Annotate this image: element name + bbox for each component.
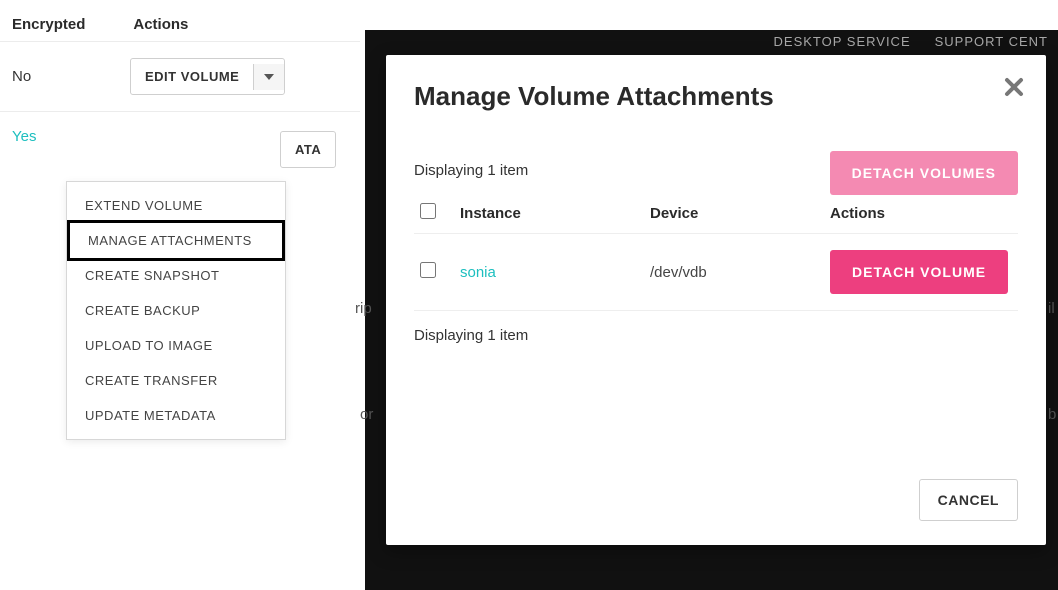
- dropdown-item-create-backup[interactable]: CREATE BACKUP: [67, 293, 285, 328]
- select-all-checkbox[interactable]: [420, 203, 436, 219]
- close-icon[interactable]: [1004, 77, 1024, 97]
- dropdown-item-extend-volume[interactable]: EXTEND VOLUME: [67, 188, 285, 223]
- dropdown-item-upload-to-image[interactable]: UPLOAD TO IMAGE: [67, 328, 285, 363]
- update-metadata-button-fragment[interactable]: ATA: [280, 131, 336, 168]
- edit-volume-label: EDIT VOLUME: [131, 59, 253, 94]
- table-row: sonia /dev/vdb DETACH VOLUME: [414, 234, 1018, 311]
- encrypted-value: No: [12, 68, 82, 85]
- instance-link[interactable]: sonia: [460, 264, 496, 281]
- dropdown-item-update-metadata[interactable]: UPDATE METADATA: [67, 398, 285, 433]
- bg-text-fragment: b: [1048, 406, 1056, 423]
- detach-volumes-button[interactable]: DETACH VOLUMES: [830, 151, 1018, 195]
- dropdown-item-create-transfer[interactable]: CREATE TRANSFER: [67, 363, 285, 398]
- device-value: /dev/vdb: [644, 234, 824, 311]
- edit-volume-button[interactable]: EDIT VOLUME: [130, 58, 285, 95]
- volume-table-panel: Encrypted Actions No EDIT VOLUME Yes ATA: [0, 0, 360, 161]
- dropdown-item-manage-attachments[interactable]: MANAGE ATTACHMENTS: [67, 220, 285, 261]
- encrypted-value: Yes: [12, 128, 82, 145]
- table-row: Yes ATA: [0, 111, 360, 161]
- dropdown-item-create-snapshot[interactable]: CREATE SNAPSHOT: [67, 258, 285, 293]
- bg-text-fragment: or: [360, 406, 373, 423]
- modal-title: Manage Volume Attachments: [414, 81, 1018, 112]
- manage-attachments-modal: Manage Volume Attachments DETACH VOLUMES…: [386, 55, 1046, 545]
- bg-text-fragment: rip: [355, 300, 372, 317]
- cancel-button[interactable]: CANCEL: [919, 479, 1018, 521]
- bg-text-fragment: il: [1048, 300, 1055, 317]
- col-actions: Actions: [133, 16, 188, 33]
- caret-down-icon[interactable]: [253, 64, 284, 90]
- col-device: Device: [644, 193, 824, 234]
- nav-strip: DESKTOP SERVICE SUPPORT CENT: [365, 30, 1058, 58]
- volume-actions-dropdown: EXTEND VOLUME MANAGE ATTACHMENTS CREATE …: [66, 181, 286, 440]
- col-encrypted: Encrypted: [12, 16, 85, 33]
- col-instance: Instance: [454, 193, 644, 234]
- row-checkbox[interactable]: [420, 262, 436, 278]
- table-row: No EDIT VOLUME: [0, 41, 360, 111]
- detach-volume-button[interactable]: DETACH VOLUME: [830, 250, 1008, 294]
- attachments-table: Instance Device Actions sonia /dev/vdb D…: [414, 193, 1018, 311]
- displaying-count-bottom: Displaying 1 item: [414, 327, 1018, 344]
- col-actions: Actions: [824, 193, 1018, 234]
